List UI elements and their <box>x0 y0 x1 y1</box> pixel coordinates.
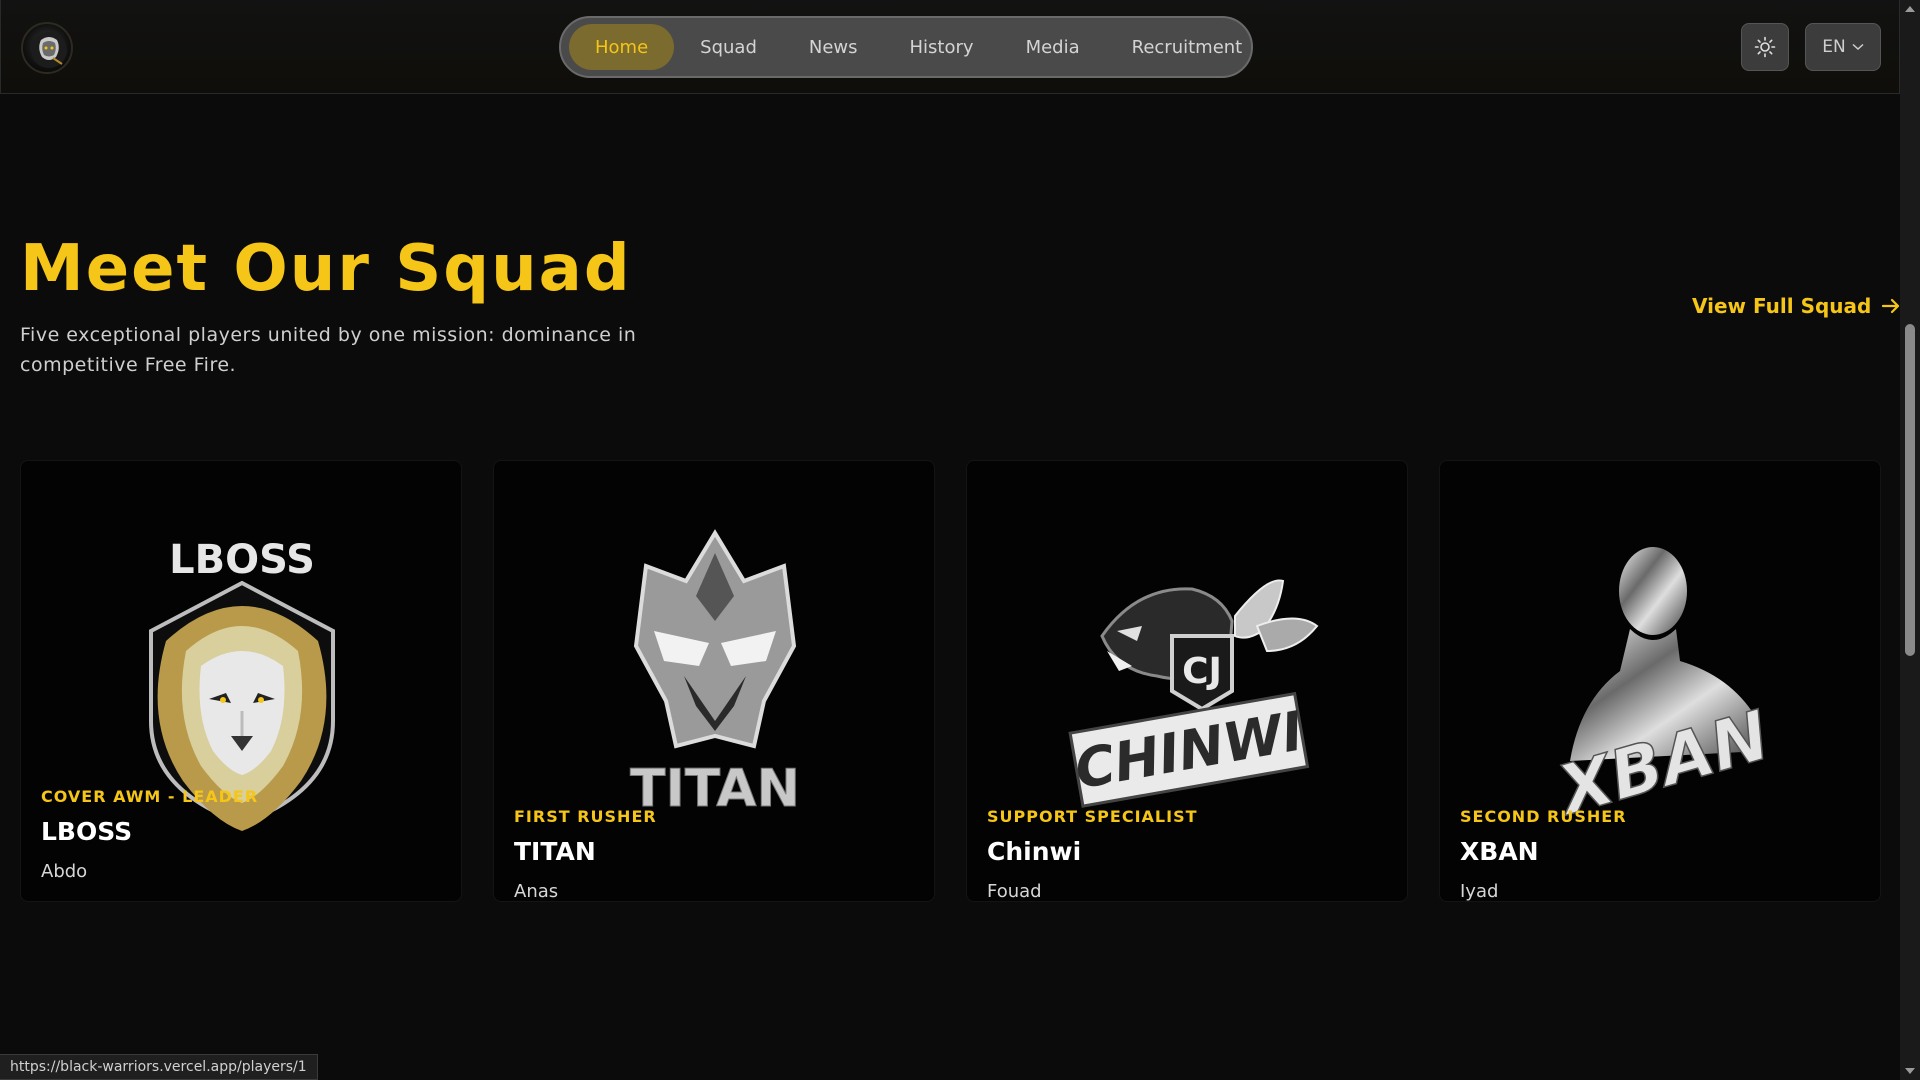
player-real-name: Anas <box>514 881 559 902</box>
player-role: SECOND RUSHER <box>1460 807 1627 826</box>
helmet-emblem-icon: TITAN <box>629 529 801 820</box>
nav-item-media[interactable]: Media <box>1000 24 1106 70</box>
site-header: Home Squad News History Media Recruitmen… <box>0 0 1900 94</box>
language-label: EN <box>1822 37 1846 57</box>
player-card-titan[interactable]: TITAN FIRST RUSHER TITAN Anas <box>493 460 935 902</box>
scroll-up-arrow[interactable] <box>1905 6 1915 12</box>
nav-item-squad[interactable]: Squad <box>674 24 783 70</box>
scroll-thumb[interactable] <box>1905 324 1915 656</box>
player-gamer-tag: Chinwi <box>987 837 1082 866</box>
nav-item-history[interactable]: History <box>884 24 1000 70</box>
sun-icon <box>1754 36 1776 58</box>
player-gamer-tag: LBOSS <box>41 817 133 846</box>
player-role: SUPPORT SPECIALIST <box>987 807 1198 826</box>
panther-emblem-icon: CJ CHINWI <box>1068 579 1319 808</box>
view-full-squad-link[interactable]: View Full Squad <box>1692 294 1901 318</box>
status-bar-url: https://black-warriors.vercel.app/player… <box>0 1054 318 1080</box>
nav-item-home[interactable]: Home <box>569 24 675 70</box>
view-full-squad-label: View Full Squad <box>1692 294 1872 318</box>
player-card-lboss[interactable]: LBOSS COVER AWM - LEADER LBOSS Abdo <box>20 460 462 902</box>
nav-item-news[interactable]: News <box>783 24 884 70</box>
svg-text:CJ: CJ <box>1182 651 1222 692</box>
chevron-down-icon <box>1852 43 1864 51</box>
player-real-name: Fouad <box>987 881 1042 902</box>
theme-toggle-button[interactable] <box>1741 23 1789 71</box>
svg-text:LBOSS: LBOSS <box>169 537 315 583</box>
arrow-right-icon <box>1882 298 1900 314</box>
player-card-chinwi[interactable]: CJ CHINWI SUPPORT SPECIALIST Chinwi Foua… <box>966 460 1408 902</box>
page-scrollbar[interactable] <box>1900 0 1920 1080</box>
player-real-name: Iyad <box>1460 881 1499 902</box>
scroll-down-arrow[interactable] <box>1905 1068 1915 1074</box>
lion-logo-icon[interactable] <box>21 22 73 74</box>
main-nav: Home Squad News History Media Recruitmen… <box>559 16 1253 78</box>
player-gamer-tag: TITAN <box>514 837 596 866</box>
section-description: Five exceptional players united by one m… <box>20 324 637 376</box>
player-real-name: Abdo <box>41 861 88 882</box>
nav-item-recruitment[interactable]: Recruitment <box>1106 24 1269 70</box>
section-title: Meet Our Squad <box>20 232 632 306</box>
language-select[interactable]: EN <box>1805 23 1881 71</box>
chrome-bust-emblem-icon: XBAN <box>1546 547 1779 833</box>
player-role: FIRST RUSHER <box>514 807 657 826</box>
player-role: COVER AWM - LEADER <box>41 787 259 806</box>
player-gamer-tag: XBAN <box>1460 837 1539 866</box>
player-card-xban[interactable]: XBAN SECOND RUSHER XBAN Iyad <box>1439 460 1881 902</box>
